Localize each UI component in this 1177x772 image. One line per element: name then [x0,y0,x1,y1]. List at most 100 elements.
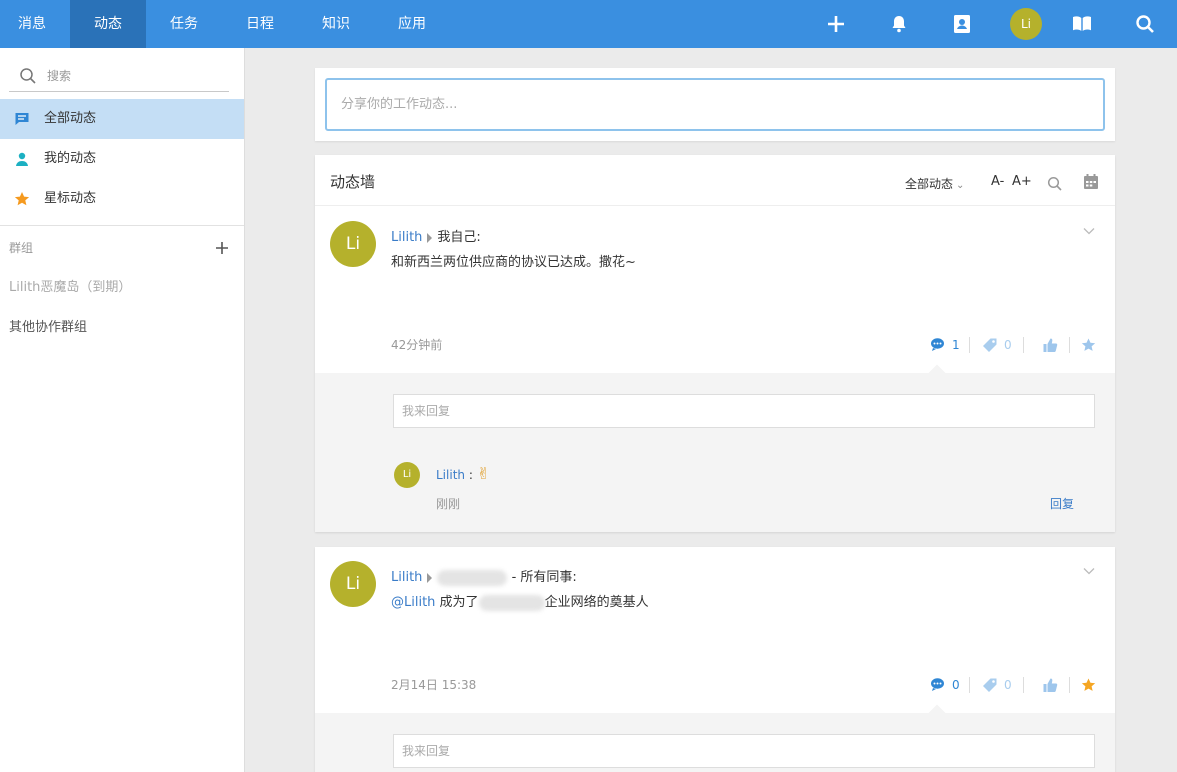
comment-section: Li Lilith : ✌ 刚刚 回复 [315,364,1115,532]
tag-count: 0 [1004,678,1012,692]
comment-icon [931,678,944,691]
tab-schedule[interactable]: 日程 [222,0,298,48]
post-timestamp: 42分钟前 [391,338,443,352]
tab-apps[interactable]: 应用 [374,0,450,48]
divider [1023,677,1024,693]
tag-button[interactable]: 0 [982,677,1012,693]
chevron-down-icon[interactable] [1083,567,1095,575]
tag-icon [983,338,997,352]
comment-count: 0 [952,678,960,692]
sidebar-item-my-activity[interactable]: 我的动态 [0,139,244,179]
star-icon [14,192,30,206]
post-text: 企业网络的奠基人 [544,595,649,610]
post-header: Lilith 我自己: [391,226,481,245]
book-icon[interactable] [1070,12,1094,36]
font-increase-button[interactable]: A+ [1012,174,1032,189]
comment-reply-button[interactable]: 回复 [1050,495,1074,512]
add-group-icon[interactable] [214,240,230,256]
sidebar-divider [0,225,244,226]
star-icon[interactable] [1081,677,1096,693]
divider [969,677,970,693]
notch [928,704,946,722]
calendar-icon[interactable] [1082,173,1100,191]
tab-tasks[interactable]: 任务 [146,0,222,48]
search-icon[interactable] [1046,175,1064,193]
tab-knowledge[interactable]: 知识 [298,0,374,48]
post-header: Lilith - 所有同事: [391,566,577,586]
comment-button[interactable]: 0 [930,677,960,693]
tab-activity[interactable]: 动态 [70,0,146,48]
filter-label: 全部动态 [905,177,954,191]
comment-section [315,704,1115,772]
search-icon [20,68,36,84]
post-text: 成为了 [435,595,479,610]
share-activity-input[interactable] [325,78,1105,131]
arrow-right-icon [427,232,433,243]
activity-filter-dropdown[interactable]: 全部动态 ⌄ [905,175,964,192]
activity-card: Li Lilith - 所有同事: @Lilith 成为了 企业网络的奠基人 2月… [315,547,1115,772]
group-item-other-groups[interactable]: 其他协作群组 [9,316,87,335]
tag-icon [983,678,997,692]
arrow-right-icon [427,572,433,583]
bell-icon[interactable] [887,12,911,36]
reply-input[interactable] [393,394,1095,428]
post-content: 和新西兰两位供应商的协议已达成。撒花~ [391,255,636,270]
divider [1069,677,1070,693]
plus-icon[interactable] [824,12,848,36]
sidebar-search-input[interactable] [47,64,217,88]
thumbs-up-icon[interactable] [1042,677,1058,693]
reply-input[interactable] [393,734,1095,768]
divider [1069,337,1070,353]
comment-separator: : [468,468,473,482]
divider [1023,337,1024,353]
post-target: 我自己: [437,230,481,245]
comment-icon [931,338,944,351]
activity-wall: 动态墙 全部动态 ⌄ A- A+ Li Lilith 我自己: 和新西兰两位供应商的… [315,155,1115,532]
comment-author-avatar[interactable]: Li [394,462,420,488]
post-author-link[interactable]: Lilith [391,570,422,585]
contacts-icon[interactable] [950,12,974,36]
comment-count: 1 [952,338,960,352]
redacted-text [437,569,508,586]
tag-button[interactable]: 0 [982,337,1012,353]
sidebar: 全部动态 我的动态 星标动态 群组 Lilith恶魔岛（到期） 其他协作群组 [0,48,245,772]
sidebar-search [9,60,229,92]
chevron-down-icon[interactable] [1083,227,1095,235]
divider [969,337,970,353]
star-icon[interactable] [1081,337,1096,353]
comment-content: Lilith : ✌ [436,464,490,483]
tag-count: 0 [1004,338,1012,352]
post-content: @Lilith 成为了 企业网络的奠基人 [391,591,649,611]
sidebar-item-label: 星标动态 [44,191,97,206]
comment-timestamp: 刚刚 [436,497,461,511]
post-author-avatar[interactable]: Li [330,221,376,267]
post-author-avatar[interactable]: Li [330,561,376,607]
sidebar-item-all-activity[interactable]: 全部动态 [0,99,244,139]
groups-title: 群组 [9,241,34,255]
sidebar-item-label: 全部动态 [44,111,97,126]
thumbs-up-icon[interactable] [1042,337,1058,353]
user-avatar[interactable]: Li [1010,8,1042,40]
redacted-text [478,594,545,611]
sidebar-item-label: 我的动态 [44,151,97,166]
wall-header: 动态墙 全部动态 ⌄ A- A+ [315,155,1115,206]
comment-button[interactable]: 1 [930,337,960,353]
post-timestamp: 2月14日 15:38 [391,678,477,692]
post-target: - 所有同事: [511,570,577,585]
search-icon[interactable] [1133,12,1157,36]
notch [928,364,946,382]
tab-messages[interactable]: 消息 [0,0,64,48]
chat-bubble-icon [15,113,29,125]
post-composer [315,68,1115,141]
victory-hand-emoji: ✌ [476,464,491,483]
font-decrease-button[interactable]: A- [991,174,1004,189]
wall-title: 动态墙 [330,173,376,191]
top-nav-bar: 消息 动态 任务 日程 知识 应用 Li [0,0,1177,48]
person-icon [16,152,28,166]
mention-link[interactable]: @Lilith [391,595,435,610]
comment-author-link[interactable]: Lilith [436,468,465,482]
group-item-lilith-island[interactable]: Lilith恶魔岛（到期） [9,276,131,295]
sidebar-item-starred-activity[interactable]: 星标动态 [0,179,244,219]
chevron-down-icon: ⌄ [956,180,965,191]
post-author-link[interactable]: Lilith [391,230,422,245]
